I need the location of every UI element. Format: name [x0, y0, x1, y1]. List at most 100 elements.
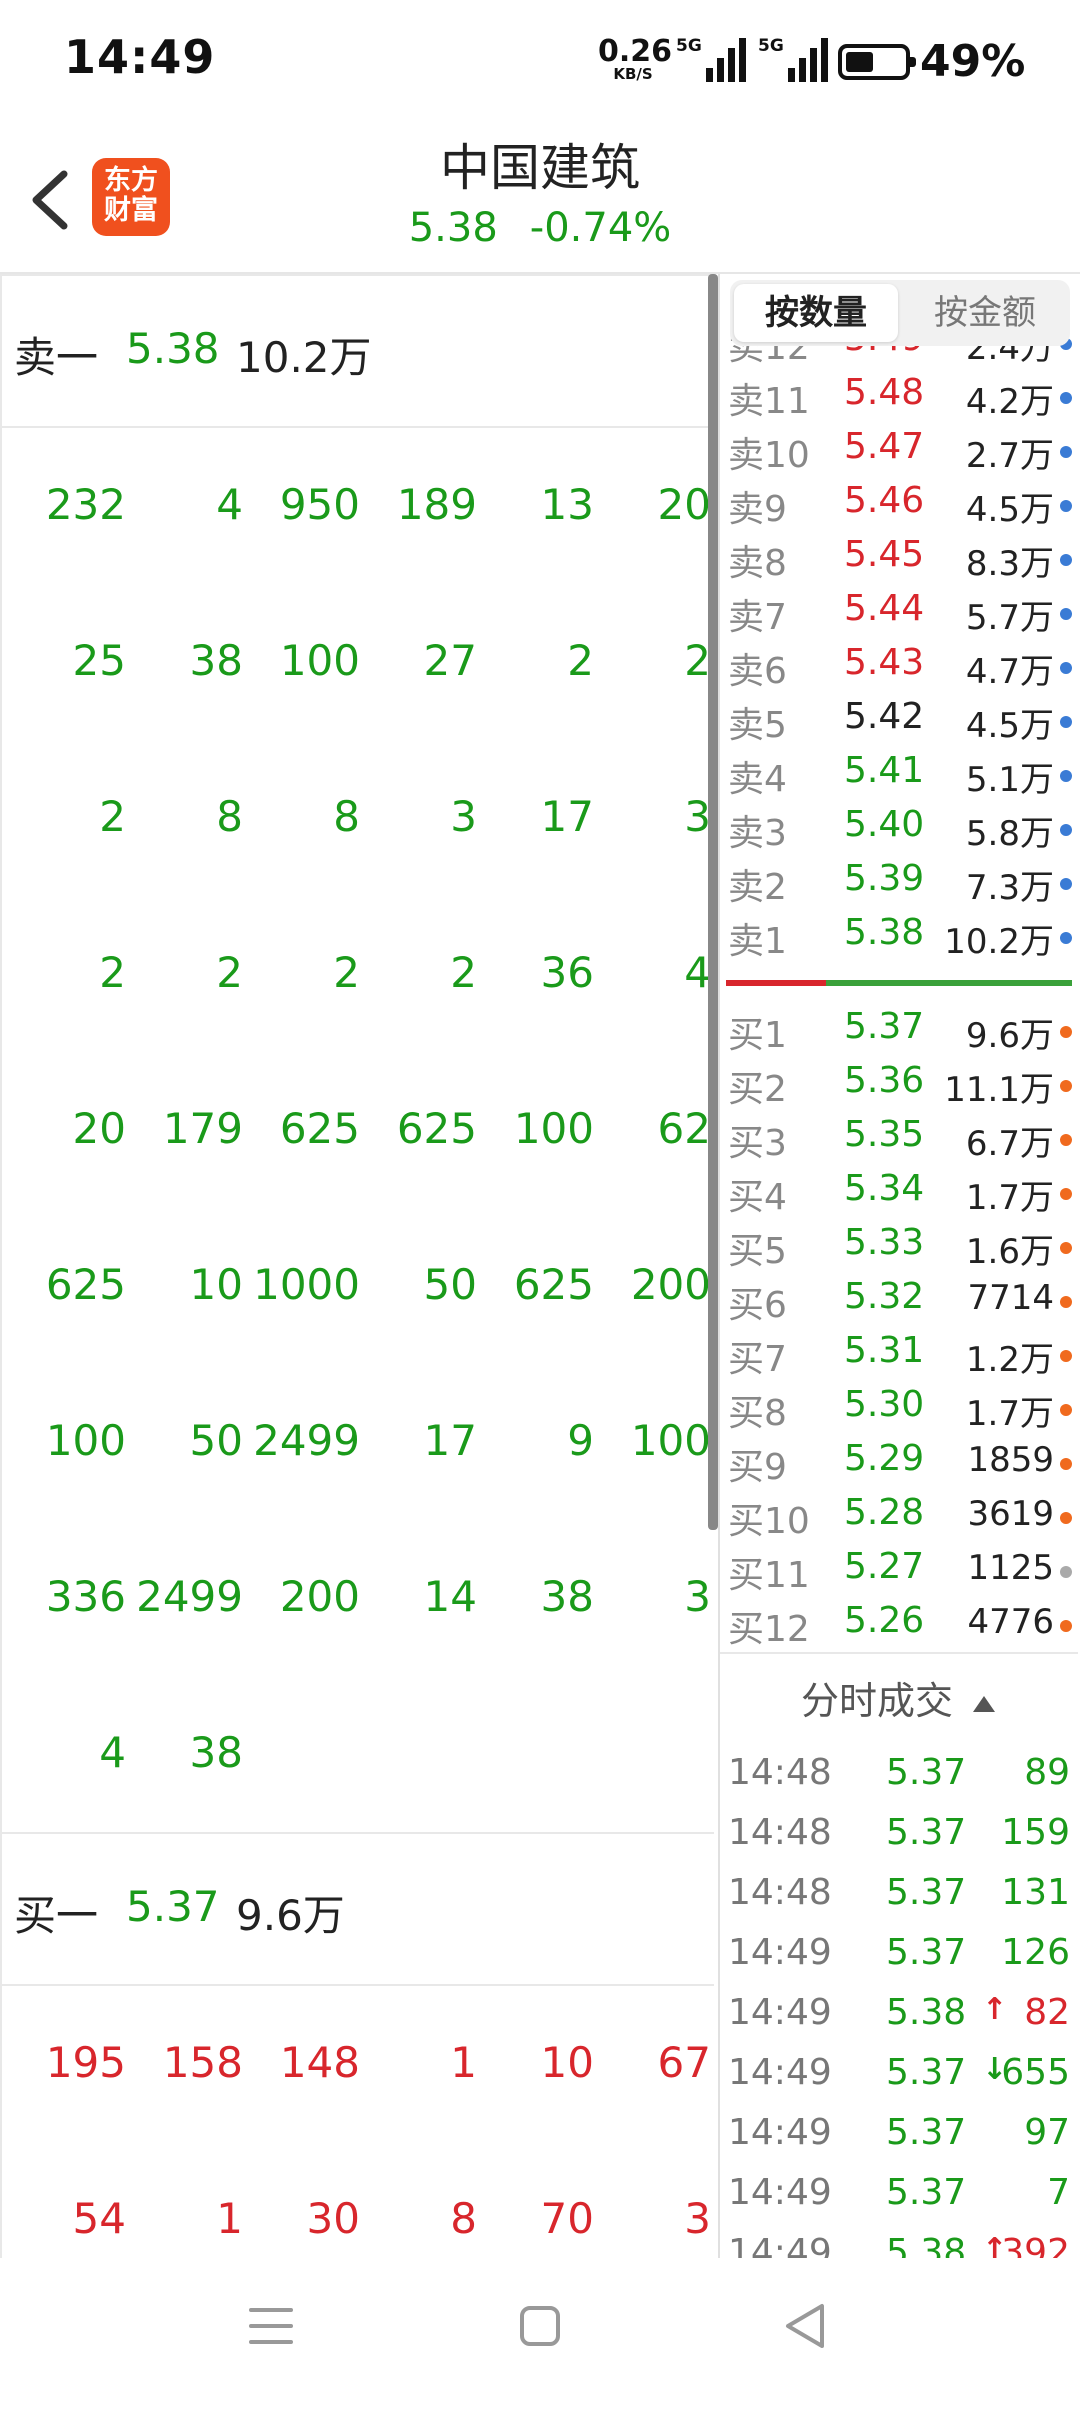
buy-order-row[interactable]: 买12 5.26 4776 — [720, 1596, 1078, 1650]
buy-order-row[interactable]: 买6 5.32 7714 — [720, 1272, 1078, 1326]
buy-order-row[interactable]: 买1 5.37 9.6万 — [720, 1002, 1078, 1056]
queue-order-volume: 2 — [450, 948, 477, 997]
order-price: 5.30 — [844, 1384, 925, 1425]
trade-volume: 655 — [1001, 2052, 1070, 2093]
queue-order-volume: 625 — [279, 1104, 360, 1153]
order-price: 5.34 — [844, 1168, 925, 1209]
buy-order-row[interactable]: 买5 5.33 1.6万 — [720, 1218, 1078, 1272]
queue-order-volume: 9 — [567, 1416, 594, 1465]
order-volume: 4.5万 — [965, 706, 1054, 746]
order-price: 5.36 — [844, 1060, 925, 1101]
toggle-by-amount[interactable]: 按金额 — [902, 284, 1068, 342]
buy-order-row[interactable]: 买9 5.29 1859 — [720, 1434, 1078, 1488]
sell-queue-grid: 232 4 950 189 13 20 25 38 100 27 2 2 2 8 8 3 17 3 2 2 2 2 36 4 2… — [2, 428, 714, 1832]
trade-price: 5.37 — [886, 1812, 967, 1853]
trade-time: 14:48 — [728, 1872, 832, 1913]
queue-order-volume: 38 — [189, 636, 243, 685]
trade-volume: 82 — [1024, 1992, 1070, 2033]
order-volume: 5.8万 — [965, 814, 1054, 854]
queue-order-volume: 1 — [216, 2194, 243, 2243]
sell-order-row[interactable]: 卖8 5.45 8.3万 — [720, 530, 1078, 584]
sell-order-row[interactable]: 卖2 5.39 7.3万 — [720, 854, 1078, 908]
order-volume: 1.6万 — [965, 1232, 1054, 1272]
system-nav-bar — [0, 2258, 1080, 2412]
scrollbar[interactable] — [708, 274, 718, 1530]
queue-order-volume: 148 — [279, 2038, 360, 2087]
trade-row: 14:49 5.37 ↓ 655 — [720, 2046, 1078, 2106]
order-level-name: 买9 — [728, 1447, 787, 1488]
order-volume: 4776 — [967, 1602, 1054, 1642]
trade-price: 5.37 — [886, 2172, 967, 2213]
stock-name: 中国建筑 — [440, 139, 640, 197]
order-volume: 8.3万 — [965, 544, 1054, 584]
queue-order-volume: 195 — [45, 2038, 126, 2087]
arrow-up-icon: ↑ — [982, 1992, 1008, 2027]
queue-order-volume: 62 — [657, 1104, 711, 1153]
trade-price: 5.38 — [886, 2232, 967, 2258]
home-icon[interactable] — [518, 2304, 562, 2348]
menu-icon[interactable] — [248, 2304, 294, 2348]
trade-volume: 159 — [1001, 1812, 1070, 1853]
order-price: 5.48 — [844, 372, 925, 413]
order-level-name: 买11 — [728, 1555, 810, 1596]
order-price: 5.39 — [844, 858, 925, 899]
sell-order-row[interactable]: 卖5 5.42 4.5万 — [720, 692, 1078, 746]
queue-order-volume: 200 — [279, 1572, 360, 1621]
trade-row: 14:49 5.37 97 — [720, 2106, 1078, 2166]
sell-order-row[interactable]: 卖6 5.43 4.7万 — [720, 638, 1078, 692]
queue-order-volume: 17 — [540, 792, 594, 841]
signal-5g-icon: 5G — [758, 34, 830, 84]
queue-order-volume: 2499 — [253, 1416, 360, 1465]
buy-order-row[interactable]: 买11 5.27 1125 — [720, 1542, 1078, 1596]
buy-order-row[interactable]: 买2 5.36 11.1万 — [720, 1056, 1078, 1110]
order-volume: 1.7万 — [965, 1394, 1054, 1434]
sell-order-row[interactable]: 卖1 5.38 10.2万 — [720, 908, 1078, 962]
queue-order-volume: 158 — [162, 2038, 243, 2087]
order-price: 5.47 — [844, 426, 925, 467]
order-dot-icon — [1060, 392, 1072, 404]
buy-order-row[interactable]: 买3 5.35 6.7万 — [720, 1110, 1078, 1164]
order-dot-icon — [1060, 662, 1072, 674]
sell-order-row[interactable]: 卖10 5.47 2.7万 — [720, 422, 1078, 476]
order-volume: 5.7万 — [965, 598, 1054, 638]
queue-row: 54 1 30 8 70 3 — [2, 2142, 714, 2258]
sell-order-row[interactable]: 卖7 5.44 5.7万 — [720, 584, 1078, 638]
order-dot-icon — [1060, 1242, 1072, 1254]
buy-order-row[interactable]: 买8 5.30 1.7万 — [720, 1380, 1078, 1434]
order-price: 5.37 — [844, 1006, 925, 1047]
order-price: 5.43 — [844, 642, 925, 683]
mode-toggle[interactable]: 按数量 按金额 — [730, 280, 1070, 346]
queue-order-volume: 4 — [216, 480, 243, 529]
buy-order-row[interactable]: 买7 5.31 1.2万 — [720, 1326, 1078, 1380]
trade-volume: 131 — [1001, 1872, 1070, 1913]
order-level-name: 卖11 — [728, 381, 810, 422]
buy-order-row[interactable]: 买4 5.34 1.7万 — [720, 1164, 1078, 1218]
order-volume: 7.3万 — [965, 868, 1054, 908]
sell-order-row[interactable]: 卖4 5.41 5.1万 — [720, 746, 1078, 800]
order-level-name: 卖5 — [728, 705, 787, 746]
order-level-name: 买3 — [728, 1123, 787, 1164]
toggle-by-quantity[interactable]: 按数量 — [734, 284, 898, 342]
order-level-name: 卖3 — [728, 813, 787, 854]
sell-order-row[interactable]: 卖11 5.48 4.2万 — [720, 368, 1078, 422]
sell-order-row[interactable]: 卖3 5.40 5.8万 — [720, 800, 1078, 854]
order-book-panel[interactable]: 卖125.492.4万卖115.484.2万卖105.472.7万卖95.464… — [718, 274, 1078, 2258]
queue-order-volume: 20 — [72, 1104, 126, 1153]
queue-order-volume: 8 — [216, 792, 243, 841]
queue-order-volume: 36 — [540, 948, 594, 997]
order-level-name: 卖2 — [728, 867, 787, 908]
order-queue-panel[interactable]: 卖一 5.38 10.2万 232 4 950 189 13 20 25 38 100 27 2 2 2… — [0, 274, 714, 2258]
order-price: 5.38 — [844, 912, 925, 953]
queue-order-volume: 625 — [45, 1260, 126, 1309]
order-dot-icon — [1060, 1458, 1072, 1470]
trades-header[interactable]: 分时成交 — [720, 1670, 1078, 1725]
queue-row: 232 4 950 189 13 20 — [2, 428, 714, 584]
sell-order-row[interactable]: 卖9 5.46 4.5万 — [720, 476, 1078, 530]
triangle-back-icon[interactable] — [782, 2302, 828, 2350]
buy-order-row[interactable]: 买10 5.28 3619 — [720, 1488, 1078, 1542]
order-dot-icon — [1060, 932, 1072, 944]
order-price: 5.31 — [844, 1330, 925, 1371]
trade-time: 14:48 — [728, 1752, 832, 1793]
order-level-name: 买6 — [728, 1285, 787, 1326]
trade-time: 14:49 — [728, 2172, 832, 2213]
